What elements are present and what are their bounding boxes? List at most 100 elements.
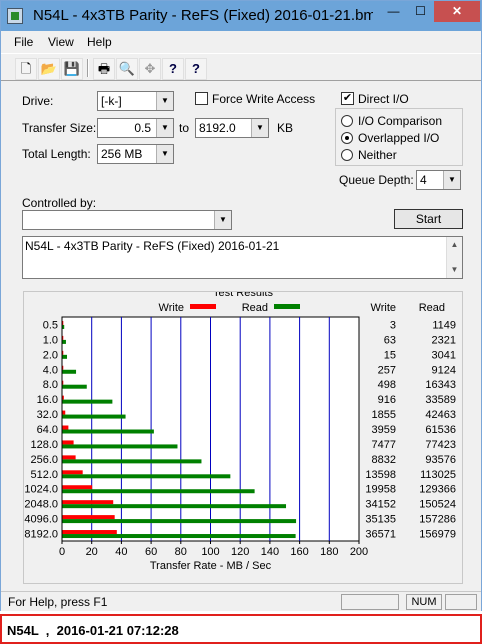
- read-value: 156979: [419, 529, 456, 541]
- y-category-label: 256.0: [30, 454, 58, 466]
- app-icon: [7, 8, 23, 24]
- read-value: 16343: [425, 379, 456, 391]
- description-text: N54L - 4x3TB Parity - ReFS (Fixed) 2016-…: [25, 239, 280, 253]
- read-value: 157286: [419, 514, 456, 526]
- menu-bar: File View Help: [1, 32, 481, 52]
- write-value: 916: [378, 394, 396, 406]
- chevron-down-icon: ▼: [214, 211, 231, 229]
- read-bar: [62, 504, 287, 509]
- total-length-select[interactable]: 256 MB ▼: [97, 144, 174, 164]
- description-scrollbar[interactable]: ▲ ▼: [446, 237, 462, 278]
- write-bar: [62, 470, 83, 475]
- write-value: 3959: [372, 424, 396, 436]
- app-window: N54L - 4x3TB Parity - ReFS (Fixed) 2016-…: [0, 0, 482, 611]
- read-bar: [62, 339, 66, 344]
- transfer-size-label: Transfer Size:: [22, 121, 97, 135]
- x-tick-label: 80: [175, 546, 187, 558]
- transfer-rate-chart: Test Results Write Read Write Read 0 20 40 60 80 1…: [24, 292, 456, 572]
- neither-radio[interactable]: [341, 149, 353, 161]
- toolbar: 🗋 📂 💾 🖶 🔍 ✥ ? ?: [1, 53, 481, 81]
- neither-label: Neither: [358, 148, 397, 162]
- write-bar: [62, 485, 93, 490]
- write-bar: [62, 395, 64, 400]
- write-bar: [62, 320, 64, 325]
- read-bar: [62, 324, 65, 329]
- y-category-label: 2.0: [43, 349, 58, 361]
- read-value: 113025: [420, 469, 456, 481]
- write-value: 7477: [372, 439, 396, 451]
- y-category-label: 64.0: [37, 424, 58, 436]
- close-button[interactable]: ✕: [434, 1, 480, 22]
- read-value: 61536: [425, 424, 456, 436]
- status-help-text: For Help, press F1: [8, 595, 108, 609]
- write-bar: [62, 455, 76, 460]
- write-bar: [62, 350, 64, 355]
- read-value: 77423: [425, 439, 456, 451]
- legend-read-label: Read: [242, 302, 268, 314]
- move-icon[interactable]: ✥: [139, 58, 161, 80]
- menu-file[interactable]: File: [14, 35, 33, 49]
- x-tick-label: 20: [86, 546, 98, 558]
- force-write-checkbox[interactable]: [195, 92, 208, 105]
- write-bar: [62, 440, 74, 445]
- help-icon[interactable]: ?: [162, 58, 184, 80]
- queue-depth-label: Queue Depth:: [339, 173, 414, 187]
- y-category-label: 128.0: [30, 439, 58, 451]
- x-tick-label: 60: [145, 546, 157, 558]
- write-value: 13598: [365, 469, 396, 481]
- x-tick-label: 100: [201, 546, 219, 558]
- y-category-label: 1024.0: [24, 484, 58, 496]
- write-bar: [62, 410, 66, 415]
- minimize-button[interactable]: —: [380, 1, 407, 22]
- direct-io-label: Direct I/O: [358, 92, 409, 106]
- chevron-down-icon: ▼: [156, 119, 173, 137]
- window-title: N54L - 4x3TB Parity - ReFS (Fixed) 2016-…: [33, 7, 373, 24]
- x-tick-label: 180: [320, 546, 338, 558]
- y-category-label: 4.0: [43, 364, 58, 376]
- direct-io-checkbox[interactable]: ✔: [341, 92, 354, 105]
- scroll-up-icon[interactable]: ▲: [447, 237, 462, 253]
- status-pane-empty: [341, 594, 399, 610]
- read-value: 42463: [425, 409, 456, 421]
- y-category-label: 8.0: [43, 379, 58, 391]
- write-value: 3: [390, 319, 396, 331]
- transfer-to-select[interactable]: 8192.0 ▼: [195, 118, 269, 138]
- new-icon[interactable]: 🗋: [15, 58, 37, 80]
- to-label: to: [179, 121, 190, 135]
- save-icon[interactable]: 💾: [61, 58, 83, 80]
- print-preview-icon[interactable]: 🔍: [116, 58, 138, 80]
- transfer-from-select[interactable]: 0.5 ▼: [97, 118, 174, 138]
- context-help-icon[interactable]: ?: [185, 58, 207, 80]
- controlled-by-select[interactable]: ▼: [22, 210, 232, 230]
- maximize-button[interactable]: ☐: [407, 1, 434, 22]
- y-category-label: 4096.0: [24, 514, 58, 526]
- write-value: 34152: [365, 499, 396, 511]
- read-bar: [62, 384, 87, 389]
- x-tick-label: 140: [261, 546, 279, 558]
- write-bar: [62, 380, 64, 385]
- read-value: 129366: [419, 484, 456, 496]
- drive-select[interactable]: [-k-] ▼: [97, 91, 174, 111]
- y-category-label: 16.0: [37, 394, 58, 406]
- io-comparison-radio[interactable]: [341, 115, 353, 127]
- status-pane-empty-2: [445, 594, 477, 610]
- drive-value: [-k-]: [101, 94, 122, 108]
- scroll-down-icon[interactable]: ▼: [447, 262, 462, 278]
- read-column-header: Read: [419, 302, 445, 314]
- start-button[interactable]: Start: [394, 209, 463, 229]
- menu-view[interactable]: View: [48, 35, 74, 49]
- open-icon[interactable]: 📂: [38, 58, 60, 80]
- menu-help[interactable]: Help: [87, 35, 112, 49]
- x-axis-label: Transfer Rate - MB / Sec: [150, 560, 272, 572]
- description-textarea[interactable]: N54L - 4x3TB Parity - ReFS (Fixed) 2016-…: [22, 236, 463, 279]
- overlapped-io-radio[interactable]: [341, 132, 353, 144]
- read-value: 33589: [425, 394, 456, 406]
- queue-depth-select[interactable]: 4 ▼: [416, 170, 461, 190]
- title-bar[interactable]: N54L - 4x3TB Parity - ReFS (Fixed) 2016-…: [1, 1, 481, 31]
- write-value: 63: [384, 334, 396, 346]
- write-bar: [62, 530, 117, 535]
- transfer-from-value: 0.5: [134, 121, 151, 135]
- read-value: 150524: [419, 499, 456, 511]
- print-icon[interactable]: 🖶: [93, 58, 115, 80]
- write-value: 36571: [365, 529, 396, 541]
